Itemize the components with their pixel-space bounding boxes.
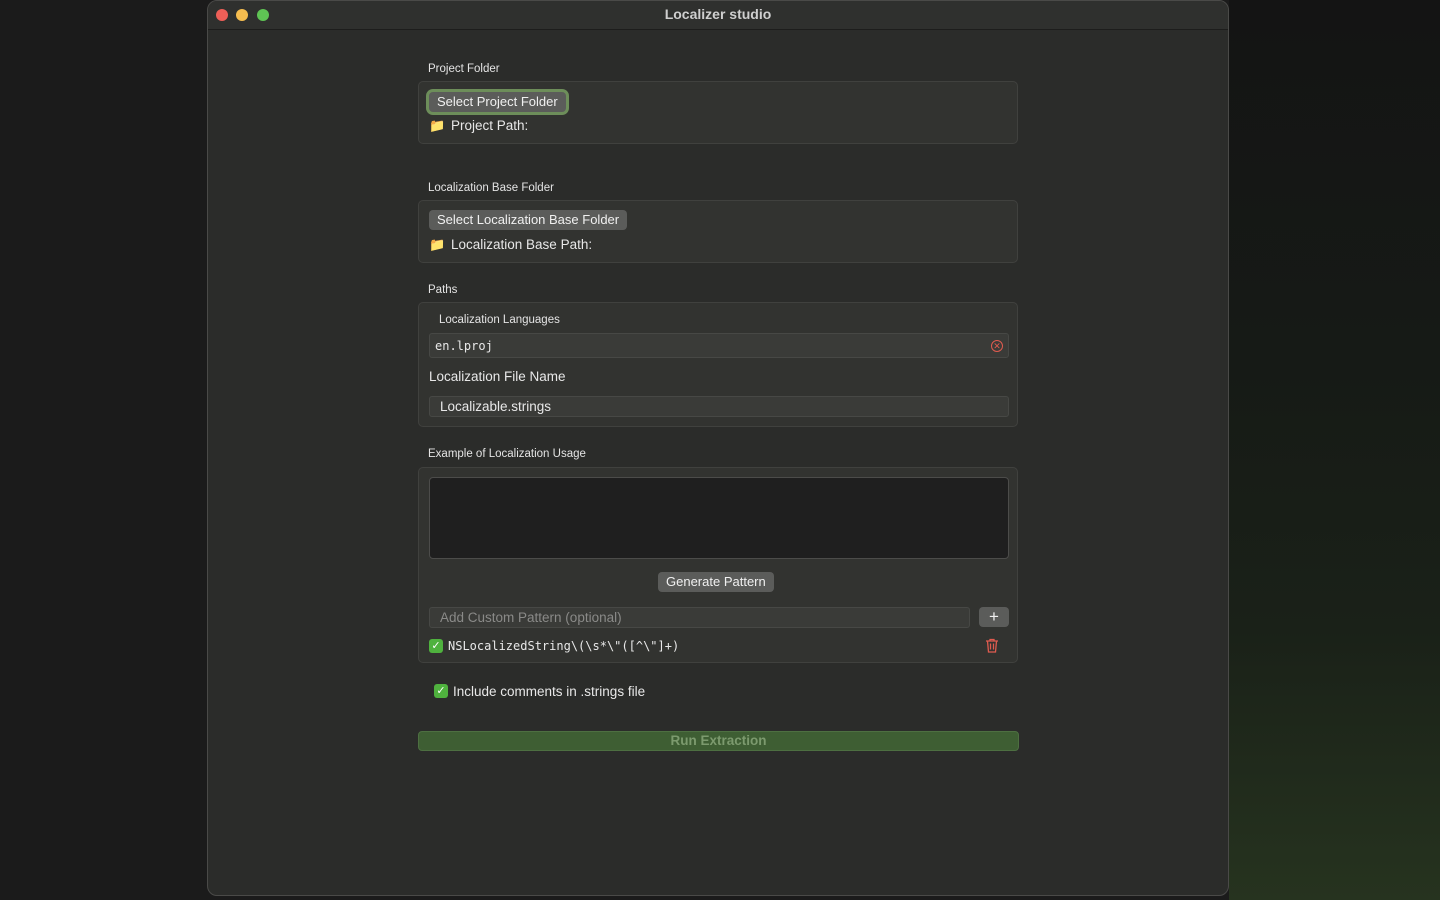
clear-icon[interactable]: ✕ [991, 340, 1003, 352]
localization-file-name-label: Localization File Name [429, 369, 566, 384]
example-usage-textarea[interactable] [429, 477, 1009, 559]
custom-pattern-input[interactable]: Add Custom Pattern (optional) [429, 607, 970, 628]
trash-icon[interactable] [985, 638, 999, 653]
desktop-background-right [1229, 0, 1440, 900]
example-usage-group: Generate Pattern Add Custom Pattern (opt… [418, 467, 1018, 663]
window-title: Localizer studio [664, 6, 772, 22]
localization-base-folder-label: Localization Base Folder [428, 182, 554, 194]
include-comments-checkbox[interactable]: ✓ [434, 684, 448, 699]
folder-icon: 📁 [429, 237, 446, 252]
pattern-checkbox[interactable]: ✓ [429, 638, 443, 653]
project-path-row: 📁 Project Path: [429, 118, 528, 134]
app-window: Localizer studio Project Folder Select P… [207, 0, 1229, 896]
pattern-text: NSLocalizedString\(\s*\"([^\"]+) [448, 638, 680, 653]
custom-pattern-placeholder: Add Custom Pattern (optional) [440, 610, 622, 625]
example-usage-label: Example of Localization Usage [428, 448, 586, 460]
folder-icon: 📁 [429, 118, 446, 133]
select-localization-base-folder-button[interactable]: Select Localization Base Folder [429, 210, 628, 230]
localization-base-group: Select Localization Base Folder 📁 Localiz… [418, 200, 1018, 263]
pattern-row: ✓ NSLocalizedString\(\s*\"([^\"]+) [429, 637, 1009, 654]
desktop-background-left [0, 0, 208, 900]
localization-languages-value: en.lproj [435, 339, 493, 353]
project-path-label: Project Path: [451, 118, 529, 133]
localization-base-path-row: 📁 Localization Base Path: [429, 237, 592, 253]
localization-languages-field[interactable]: en.lproj ✕ [429, 333, 1009, 358]
localization-file-name-field[interactable]: Localizable.strings [429, 396, 1009, 417]
localization-languages-label: Localization Languages [439, 314, 560, 326]
paths-label: Paths [428, 284, 458, 296]
title-bar: Localizer studio [208, 1, 1228, 30]
paths-group: Localization Languages en.lproj ✕ Locali… [418, 302, 1018, 427]
include-comments-label: Include comments in .strings file [453, 683, 646, 699]
localization-file-name-value: Localizable.strings [440, 399, 552, 414]
include-comments-row: ✓ Include comments in .strings file [434, 683, 645, 699]
add-pattern-button[interactable]: + [979, 607, 1009, 627]
run-extraction-button[interactable]: Run Extraction [418, 731, 1019, 751]
generate-pattern-button[interactable]: Generate Pattern [658, 572, 774, 592]
localization-base-path-label: Localization Base Path: [451, 237, 593, 252]
select-project-folder-button[interactable]: Select Project Folder [429, 92, 566, 112]
project-folder-label: Project Folder [428, 63, 500, 75]
project-folder-group: Select Project Folder 📁 Project Path: [418, 81, 1018, 144]
